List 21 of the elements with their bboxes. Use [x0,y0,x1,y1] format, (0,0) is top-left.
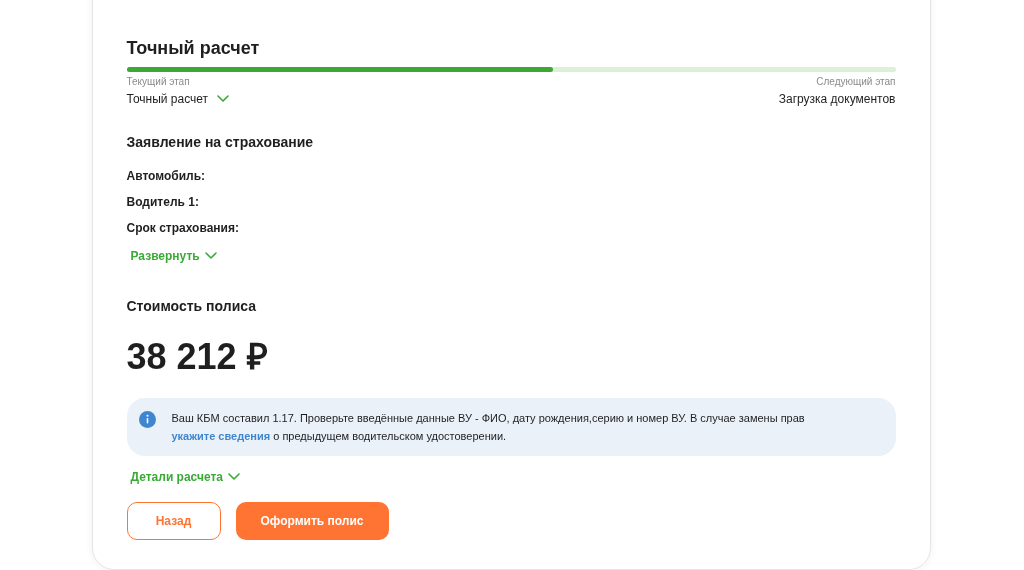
current-stage-dropdown[interactable]: Точный расчет [126,91,230,107]
price-amount: 38 212 ₽ [126,336,269,378]
submit-button[interactable]: Оформить полис [235,502,389,540]
page-title: Точный расчет [126,37,261,59]
details-link[interactable]: укажите сведения [171,430,271,442]
section-heading: Заявление на страхование [126,133,315,151]
back-button[interactable]: Назад [126,502,221,540]
chevron-down-icon [217,95,230,103]
field-label: Срок страхования: [126,220,240,237]
next-stage-label: Следующий этап [816,75,896,88]
chevron-down-icon [204,252,217,260]
calculation-details-link[interactable]: Детали расчета [130,469,240,485]
expand-link[interactable]: Развернуть [130,248,217,264]
next-stage-value: Загрузка документов [778,91,896,107]
current-stage-label: Текущий этап [126,75,190,88]
chevron-down-icon [228,473,240,481]
info-icon [138,411,156,428]
field-label: Водитель 1: [126,194,200,211]
section-heading: Стоимость полиса [126,297,258,315]
info-text: Ваш КБМ составил 1.17. Проверьте введённые данные ВУ - ФИО, дату рождения,серию и номер ВУ. В случае замены прав укажите сведения о предыдущем водительском удостоверении. [171,411,806,444]
field-label: Автомобиль: [126,168,207,185]
